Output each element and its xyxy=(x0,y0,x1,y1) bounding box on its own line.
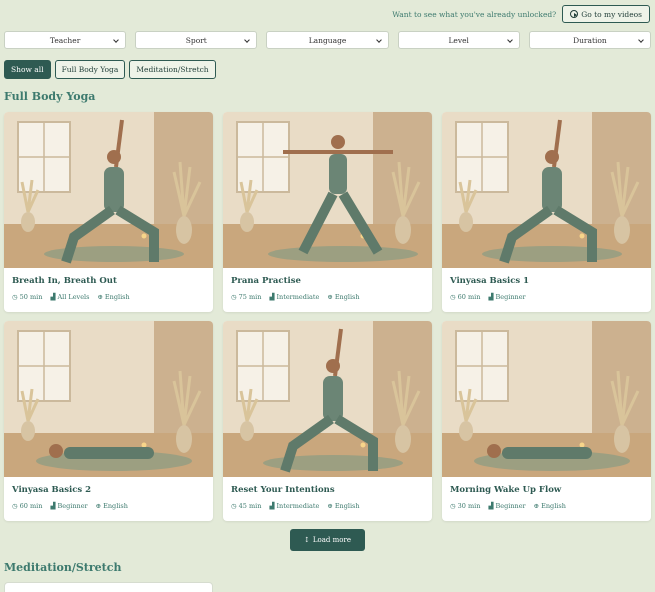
globe-icon: ⊕ xyxy=(95,502,102,510)
filter-teacher-label: Teacher xyxy=(49,35,81,45)
section-title-full-body-yoga: Full Body Yoga xyxy=(4,90,96,103)
video-meta: ◷ 75 min ▟ Intermediate ⊕ English xyxy=(231,293,424,301)
load-more-button[interactable]: ↕ Load more xyxy=(290,529,365,551)
video-thumbnail[interactable] xyxy=(223,112,432,268)
globe-icon: ⊕ xyxy=(327,502,333,510)
clock-icon: ◷ xyxy=(231,502,237,510)
filter-teacher[interactable]: Teacher xyxy=(4,31,127,49)
arrows-vertical-icon: ↕ xyxy=(304,536,310,544)
video-title: Prana Practise xyxy=(231,276,301,286)
video-duration: ◷ 60 min xyxy=(450,293,481,301)
video-thumbnail[interactable] xyxy=(442,321,651,477)
globe-icon: ⊕ xyxy=(97,293,103,301)
video-language: ⊕ English xyxy=(97,293,130,301)
video-level: ▟ Beginner xyxy=(50,502,88,510)
filter-duration[interactable]: Duration xyxy=(528,31,652,49)
video-card[interactable]: Breath In, Breath Out ◷ 50 min ▟ All Levels ⊕… xyxy=(4,112,213,312)
video-level: ▟ All Levels xyxy=(50,293,90,301)
filter-sport[interactable]: Sport xyxy=(135,31,258,49)
video-meta: ◷ 60 min ▟ Beginner xyxy=(450,293,643,301)
clock-icon: ◷ xyxy=(12,293,18,301)
video-card-partial[interactable] xyxy=(4,582,213,592)
pill-meditation-stretch[interactable]: Meditation/Stretch xyxy=(129,60,216,79)
video-thumbnail[interactable] xyxy=(4,112,213,268)
filter-bar: Teacher Sport Language Level Duration xyxy=(4,31,652,49)
filter-language[interactable]: Language xyxy=(266,31,389,49)
video-level: ▟ Beginner xyxy=(488,502,526,510)
video-thumbnail[interactable] xyxy=(4,321,213,477)
video-card[interactable]: Prana Practise ◷ 75 min ▟ Intermediate ⊕ Engli… xyxy=(223,112,432,312)
video-level: ▟ Intermediate xyxy=(269,293,320,301)
video-title: Vinyasa Basics 1 xyxy=(450,276,530,286)
go-to-my-videos-label: Go to my videos xyxy=(581,9,642,19)
filter-level-label: Level xyxy=(448,35,469,45)
video-level: ▟ Beginner xyxy=(488,293,526,301)
video-card[interactable]: Reset Your Intentions ◷ 45 min ▟ Intermediat… xyxy=(223,321,432,521)
filter-sport-label: Sport xyxy=(185,35,207,45)
clock-icon: ◷ xyxy=(12,502,18,510)
bar-chart-icon: ▟ xyxy=(488,502,494,510)
category-pills: Show all Full Body Yoga Meditation/Stret… xyxy=(4,60,216,79)
section-title-meditation-stretch: Meditation/Stretch xyxy=(4,561,122,574)
video-language: ⊕ English xyxy=(95,502,128,510)
video-language: ⊕ English xyxy=(533,502,566,510)
video-language: ⊕ English xyxy=(327,502,360,510)
video-duration: ◷ 30 min xyxy=(450,502,481,510)
video-duration: ◷ 75 min xyxy=(231,293,262,301)
video-card[interactable]: Vinyasa Basics 2 ◷ 60 min ▟ Beginner ⊕ English xyxy=(4,321,213,521)
chevron-down-icon xyxy=(638,37,644,43)
video-language: ⊕ English xyxy=(327,293,360,301)
video-duration: ◷ 50 min xyxy=(12,293,43,301)
filter-duration-label: Duration xyxy=(573,35,607,45)
clock-icon: ◷ xyxy=(231,293,237,301)
bar-chart-icon: ▟ xyxy=(488,293,494,301)
video-grid: Breath In, Breath Out ◷ 50 min ▟ All Levels ⊕… xyxy=(4,112,651,521)
video-duration: ◷ 60 min xyxy=(12,502,43,510)
load-more-label: Load more xyxy=(312,536,351,544)
video-thumbnail[interactable] xyxy=(223,321,432,477)
go-to-my-videos-button[interactable]: Go to my videos xyxy=(562,5,650,23)
video-meta: ◷ 30 min ▟ Beginner ⊕ English xyxy=(450,502,643,510)
bar-chart-icon: ▟ xyxy=(269,293,275,301)
clock-icon: ◷ xyxy=(450,502,456,510)
video-title: Breath In, Breath Out xyxy=(12,276,117,286)
pill-show-all[interactable]: Show all xyxy=(4,60,51,79)
bar-chart-icon: ▟ xyxy=(50,502,56,510)
globe-icon: ⊕ xyxy=(533,502,540,510)
video-meta: ◷ 45 min ▟ Intermediate ⊕ English xyxy=(231,502,424,510)
bar-chart-icon: ▟ xyxy=(50,293,56,301)
video-thumbnail[interactable] xyxy=(442,112,651,268)
globe-icon: ⊕ xyxy=(327,293,333,301)
filter-language-label: Language xyxy=(308,35,347,45)
video-title: Vinyasa Basics 2 xyxy=(12,485,92,495)
video-title: Morning Wake Up Flow xyxy=(450,485,562,495)
play-circle-icon xyxy=(570,10,579,18)
video-level: ▟ Intermediate xyxy=(269,502,320,510)
chevron-down-icon xyxy=(375,37,382,43)
video-duration: ◷ 45 min xyxy=(231,502,262,510)
video-card[interactable]: Vinyasa Basics 1 ◷ 60 min ▟ Beginner xyxy=(442,112,651,312)
video-title: Reset Your Intentions xyxy=(231,485,335,495)
chevron-down-icon xyxy=(506,37,513,43)
video-meta: ◷ 60 min ▟ Beginner ⊕ English xyxy=(12,502,205,510)
filter-level[interactable]: Level xyxy=(397,31,520,49)
clock-icon: ◷ xyxy=(450,293,456,301)
chevron-down-icon xyxy=(113,37,120,43)
video-meta: ◷ 50 min ▟ All Levels ⊕ English xyxy=(12,293,205,301)
pill-full-body-yoga[interactable]: Full Body Yoga xyxy=(54,60,126,79)
chevron-down-icon xyxy=(244,37,251,43)
bar-chart-icon: ▟ xyxy=(269,502,275,510)
video-card[interactable]: Morning Wake Up Flow ◷ 30 min ▟ Beginner ⊕ Eng… xyxy=(442,321,651,521)
top-bar: Want to see what you've already unlocked… xyxy=(392,5,650,23)
unlocked-hint: Want to see what you've already unlocked… xyxy=(392,9,557,19)
